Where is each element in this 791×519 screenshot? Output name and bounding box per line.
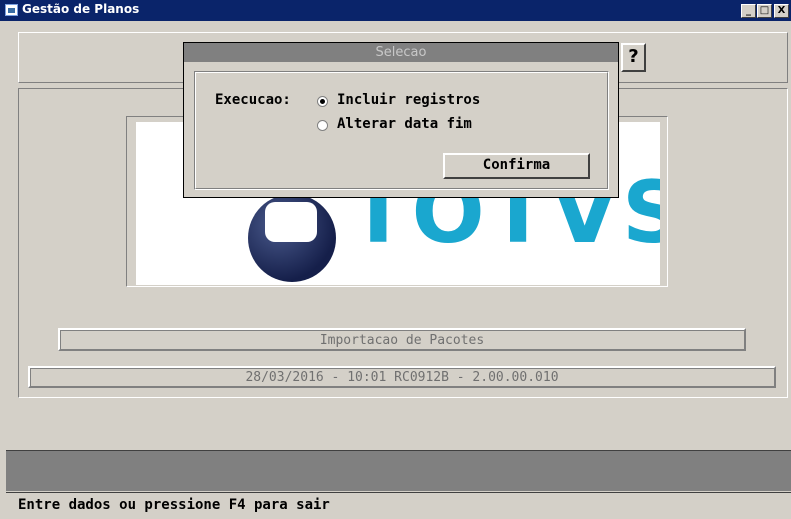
incluir-registros-label[interactable]: Incluir registros [337, 92, 480, 108]
alterar-data-fim-label[interactable]: Alterar data fim [337, 116, 472, 132]
app-icon[interactable] [5, 4, 18, 16]
minimize-button[interactable]: _ [741, 4, 756, 18]
gray-band [6, 450, 791, 491]
help-button[interactable]: ? [621, 43, 646, 72]
execucao-label: Execucao: [215, 92, 291, 108]
totvs-logo-icon [248, 194, 336, 282]
selecao-dialog: Selecao Execucao: Incluir registros Alte… [183, 42, 619, 198]
maximize-button[interactable]: □ [757, 4, 772, 18]
close-button[interactable]: X [774, 4, 789, 18]
version-text: 28/03/2016 - 10:01 RC0912B - 2.00.00.010 [245, 370, 559, 385]
version-bar: 28/03/2016 - 10:01 RC0912B - 2.00.00.010 [28, 366, 776, 388]
dialog-title: Selecao [184, 43, 618, 62]
info-text: Importacao de Pacotes [319, 333, 485, 348]
confirma-button[interactable]: Confirma [443, 153, 590, 179]
incluir-registros-radio[interactable] [317, 96, 328, 107]
info-bar: Importacao de Pacotes [58, 328, 746, 351]
title-bar: Gestão de Planos _ □ X [0, 0, 791, 21]
status-bar: Entre dados ou pressione F4 para sair [6, 492, 791, 519]
alterar-data-fim-radio[interactable] [317, 120, 328, 131]
status-text: Entre dados ou pressione F4 para sair [18, 497, 330, 513]
window-title: Gestão de Planos [22, 2, 140, 16]
